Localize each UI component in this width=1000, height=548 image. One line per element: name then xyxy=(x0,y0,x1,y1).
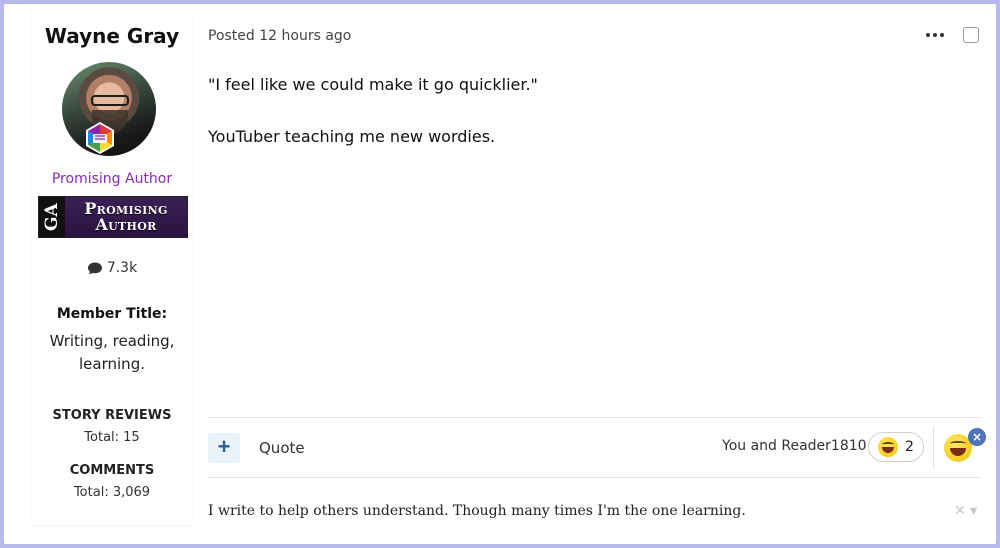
remove-reaction-button[interactable]: × xyxy=(968,428,986,446)
rank-image-line2: Author xyxy=(95,215,157,234)
story-reviews-value: Total: 15 xyxy=(84,430,140,445)
divider xyxy=(208,417,980,418)
post-count-value: 7.3k xyxy=(106,260,138,276)
post-paragraph: YouTuber teaching me new wordies. xyxy=(208,127,496,146)
rank-image-ga: GA xyxy=(39,197,65,237)
rank-image-text: Promising Author xyxy=(65,201,187,233)
post-timestamp[interactable]: Posted 12 hours ago xyxy=(208,28,351,44)
rank-title: Promising Author xyxy=(51,171,173,187)
reaction-count: 2 xyxy=(905,439,914,455)
comment-bubble-icon xyxy=(87,262,102,274)
multiquote-add-button[interactable]: + xyxy=(208,433,240,463)
member-title-label: Member Title: xyxy=(56,306,168,322)
signature-options-button[interactable]: ✕ ▾ xyxy=(954,503,977,519)
comments-value: Total: 3,069 xyxy=(73,485,151,500)
post-count[interactable]: 7.3k xyxy=(32,260,192,276)
author-name[interactable]: Wayne Gray xyxy=(32,24,192,48)
quote-button[interactable]: Quote xyxy=(259,439,305,457)
rank-hexagon-icon xyxy=(86,122,114,154)
more-options-button[interactable] xyxy=(922,24,948,46)
story-reviews-label: STORY REVIEWS xyxy=(52,408,172,423)
laughing-emoji-icon xyxy=(878,437,899,457)
reaction-count-pill[interactable]: 2 xyxy=(868,432,924,462)
author-signature: I write to help others understand. Thoug… xyxy=(208,503,746,519)
member-title: Writing, reading, learning. xyxy=(49,332,175,373)
post-container: Wayne Gray Promising Author GA Promising… xyxy=(4,4,996,544)
post-paragraph: "I feel like we could make it go quickli… xyxy=(208,75,538,94)
reactions-users-link[interactable]: You and Reader1810 xyxy=(722,438,867,454)
divider xyxy=(208,477,980,478)
author-sidebar: Wayne Gray Promising Author GA Promising… xyxy=(32,4,192,524)
select-post-checkbox[interactable] xyxy=(963,27,979,43)
divider xyxy=(933,426,934,468)
post-content: "I feel like we could make it go quickli… xyxy=(208,74,948,178)
rank-image: GA Promising Author xyxy=(38,196,188,238)
avatar-glasses xyxy=(91,95,129,106)
comments-label: COMMENTS xyxy=(69,463,155,478)
ellipsis-icon xyxy=(926,33,944,37)
